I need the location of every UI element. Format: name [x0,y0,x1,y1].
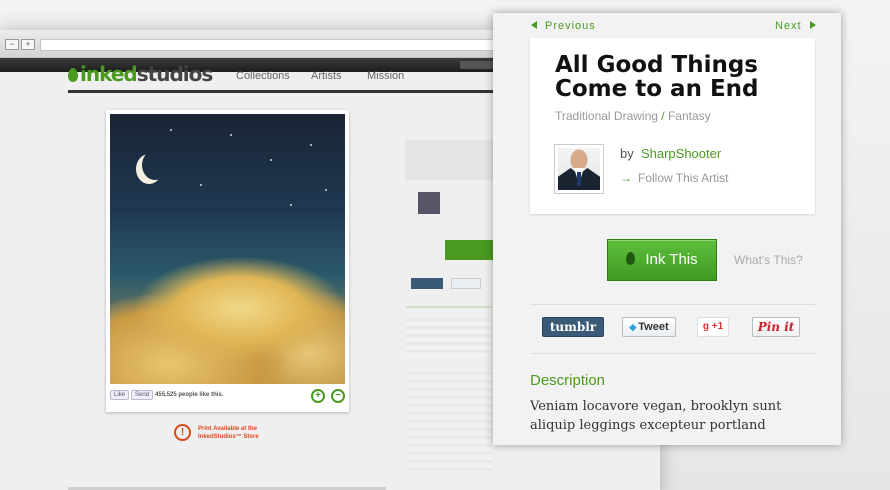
ghost-meta-lines [406,372,492,472]
ghost-avatar [418,192,440,214]
divider [530,353,815,354]
ghost-desc-heading [406,306,492,308]
plus-icon[interactable]: + [21,39,35,50]
subcategory-link[interactable]: Fantasy [668,109,711,123]
ink-drop-icon [68,68,78,82]
zoom-in-icon[interactable]: + [311,389,325,403]
facebook-count: 455,525 people like this. [155,392,224,398]
alert-icon: ! [174,424,191,441]
description-text: Veniam locavore vegan, brooklyn sunt ali… [530,399,782,433]
divider [530,304,815,305]
like-button[interactable]: Like [110,390,130,400]
send-button[interactable]: Send [131,390,154,400]
artwork-title: All Good Things Come to an End [555,52,759,102]
artist-byline: by SharpShooter [620,146,722,161]
artwork-detail-panel: Previous Next All Good Things Come to an… [493,13,841,445]
twitter-bird-icon: ◆ [629,322,637,332]
nav-mission[interactable]: Mission [367,70,404,82]
artwork-card: Like Send 455,525 people like this. + − [106,110,349,412]
star [310,144,312,146]
tumblr-share-button[interactable]: tumblr [542,317,604,337]
ghost-ink-button [445,240,495,260]
artwork-image[interactable] [110,114,345,384]
site-logo[interactable]: inkedstudios [68,62,213,86]
nav-collections[interactable]: Collections [236,70,290,82]
arrow-right-icon [809,21,816,29]
next-link[interactable]: Next [775,20,816,32]
arrow-right-icon: → [620,171,632,185]
previous-link[interactable]: Previous [531,20,596,32]
pin-it-button[interactable]: Pin it [752,317,800,337]
star [290,204,292,206]
star [325,189,327,191]
star [270,159,272,161]
login-button[interactable] [460,61,494,69]
ghost-tweet [451,278,481,289]
google-plus-button[interactable]: g +1 [697,317,729,337]
google-icon: g [702,321,709,332]
ink-this-button[interactable]: Ink This [607,239,717,281]
nav-artists[interactable]: Artists [311,70,342,82]
ghost-tumblr [411,278,443,289]
zoom-out-icon[interactable]: − [331,389,345,403]
ghost-desc-lines [406,318,492,358]
ink-drop-icon [626,252,636,265]
tweet-button[interactable]: ◆ Tweet [622,317,676,337]
minus-icon[interactable]: − [5,39,19,50]
ghost-title [405,140,495,180]
moon-shape [142,150,168,180]
star [230,134,232,136]
facebook-social-bar: Like Send 455,525 people like this. [110,390,223,400]
star [170,129,172,131]
description-heading: Description [530,372,606,389]
artist-name-link[interactable]: SharpShooter [641,146,721,161]
whats-this-link[interactable]: What's This? [734,253,803,267]
category-breadcrumb: Traditional Drawing / Fantasy [555,109,711,123]
artwork-info-card: All Good Things Come to an End Tradition… [530,38,815,214]
follow-artist-link[interactable]: → Follow This Artist [620,171,728,185]
arrow-left-icon [531,21,537,29]
category-link[interactable]: Traditional Drawing [555,109,658,123]
artist-avatar[interactable] [554,144,604,194]
star [200,184,202,186]
